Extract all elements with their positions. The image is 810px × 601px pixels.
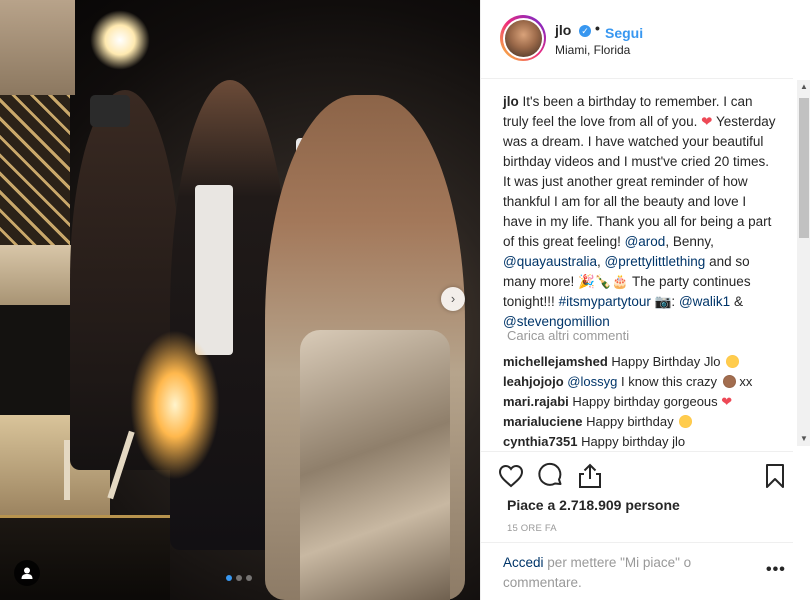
action-bar [481, 451, 793, 500]
comment-text: I know this crazy [620, 374, 718, 389]
comment-username[interactable]: leahjojojo [503, 374, 564, 389]
mention-link[interactable]: @lossyg [567, 374, 617, 389]
mention-link[interactable]: @stevengomillion [503, 314, 610, 329]
see-no-evil-monkey-emoji [722, 375, 736, 388]
speech-bubble-icon[interactable] [536, 462, 564, 490]
header-separator: • [595, 20, 600, 36]
more-options-icon[interactable]: ••• [766, 561, 786, 579]
scroll-down-arrow-icon[interactable]: ▼ [797, 432, 810, 446]
cake-tier-top [0, 0, 75, 95]
comment-row: leahjojojo @lossyg I know this crazy xx [503, 372, 783, 392]
red-heart-emoji: ❤ [701, 114, 713, 129]
comment-text: xx [739, 374, 753, 389]
tagged-users-button[interactable] [14, 560, 40, 586]
post-side-panel: jlo ✓ • Segui Miami, Florida jlo It's be… [480, 0, 810, 600]
post-location[interactable]: Miami, Florida [555, 43, 630, 57]
caption-text: Yesterday was a dream. I have watched yo… [503, 114, 776, 249]
verified-badge-icon: ✓ [579, 25, 591, 37]
comment-username[interactable]: marialuciene [503, 414, 583, 429]
heart-eyes-emoji [726, 355, 740, 368]
likes-count[interactable]: Piace a 2.718.909 persone [507, 497, 680, 513]
smiling-face-emoji [679, 415, 693, 428]
sparkler-candle [64, 440, 70, 500]
caption-text: & [733, 294, 743, 309]
mention-link[interactable]: @walik1 [679, 294, 730, 309]
comments-scrollbar[interactable]: ▲ ▼ [797, 80, 810, 446]
avatar[interactable] [500, 15, 546, 61]
post-timestamp[interactable]: 15 ORE FA [507, 523, 557, 534]
party-emojis: 🎉🍾🎂 [578, 274, 629, 289]
share-icon[interactable] [576, 462, 604, 490]
hashtag-link[interactable]: #itsmypartytour [559, 294, 651, 309]
avatar-image [504, 19, 542, 57]
next-slide-chevron-icon[interactable]: › [441, 287, 465, 311]
cake-tier-base [0, 515, 170, 600]
caption-text: : [671, 294, 676, 309]
carousel-dot [236, 575, 242, 581]
sparkler-glow [130, 330, 220, 480]
camera-flash-glow [90, 10, 150, 70]
bookmark-icon[interactable] [761, 462, 789, 490]
mention-link[interactable]: @prettylittlething [605, 254, 706, 269]
load-more-comments-button[interactable]: Carica altri commenti [507, 328, 629, 343]
red-heart-emoji: ❤ [721, 394, 733, 409]
add-comment-section: Accedi per mettere "Mi piace" o commenta… [481, 542, 793, 601]
author-username[interactable]: jlo [555, 22, 571, 38]
comment-row: michellejamshed Happy Birthday Jlo [503, 352, 783, 372]
comment-text: Happy birthday jlo [581, 434, 686, 449]
comment-username[interactable]: mari.rajabi [503, 394, 569, 409]
white-shirt-shape [195, 185, 233, 355]
comment-username[interactable]: cynthia7351 [503, 434, 577, 449]
user-icon [21, 567, 33, 579]
login-link[interactable]: Accedi [503, 555, 544, 570]
post-caption: jlo It's been a birthday to remember. I … [503, 92, 779, 332]
camera-shape [90, 95, 130, 127]
caption-username[interactable]: jlo [503, 94, 519, 109]
comment-row: marialuciene Happy birthday [503, 412, 783, 432]
comment-list: michellejamshed Happy Birthday Jlo leahj… [503, 352, 783, 451]
gold-dress-shape [300, 330, 450, 600]
carousel-indicator [226, 575, 252, 581]
scroll-up-arrow-icon[interactable]: ▲ [797, 80, 810, 94]
post-header: jlo ✓ • Segui Miami, Florida [481, 0, 793, 79]
post-photo[interactable]: › [0, 0, 480, 600]
mention-link[interactable]: @arod [625, 234, 666, 249]
comments-area[interactable]: jlo It's been a birthday to remember. I … [481, 79, 797, 451]
heart-outline-icon[interactable] [497, 462, 525, 490]
mention-link[interactable]: @quayaustralia [503, 254, 597, 269]
comment-row: cynthia7351 Happy birthday jlo [503, 432, 783, 451]
camera-emoji: 📷 [654, 294, 672, 309]
scrollbar-thumb[interactable] [799, 98, 809, 238]
follow-button[interactable]: Segui [605, 25, 643, 41]
caption-text: , Benny, [665, 234, 714, 249]
comment-text: Happy Birthday Jlo [611, 354, 721, 369]
comment-text: Happy birthday gorgeous [572, 394, 718, 409]
caption-text: , [597, 254, 601, 269]
carousel-dot [246, 575, 252, 581]
comment-username[interactable]: michellejamshed [503, 354, 608, 369]
login-prompt: Accedi per mettere "Mi piace" o commenta… [503, 553, 733, 593]
carousel-dot-active [226, 575, 232, 581]
comment-text: Happy birthday [586, 414, 674, 429]
cake-tier-lattice [0, 95, 70, 245]
comment-row: mari.rajabi Happy birthday gorgeous ❤ [503, 392, 783, 412]
